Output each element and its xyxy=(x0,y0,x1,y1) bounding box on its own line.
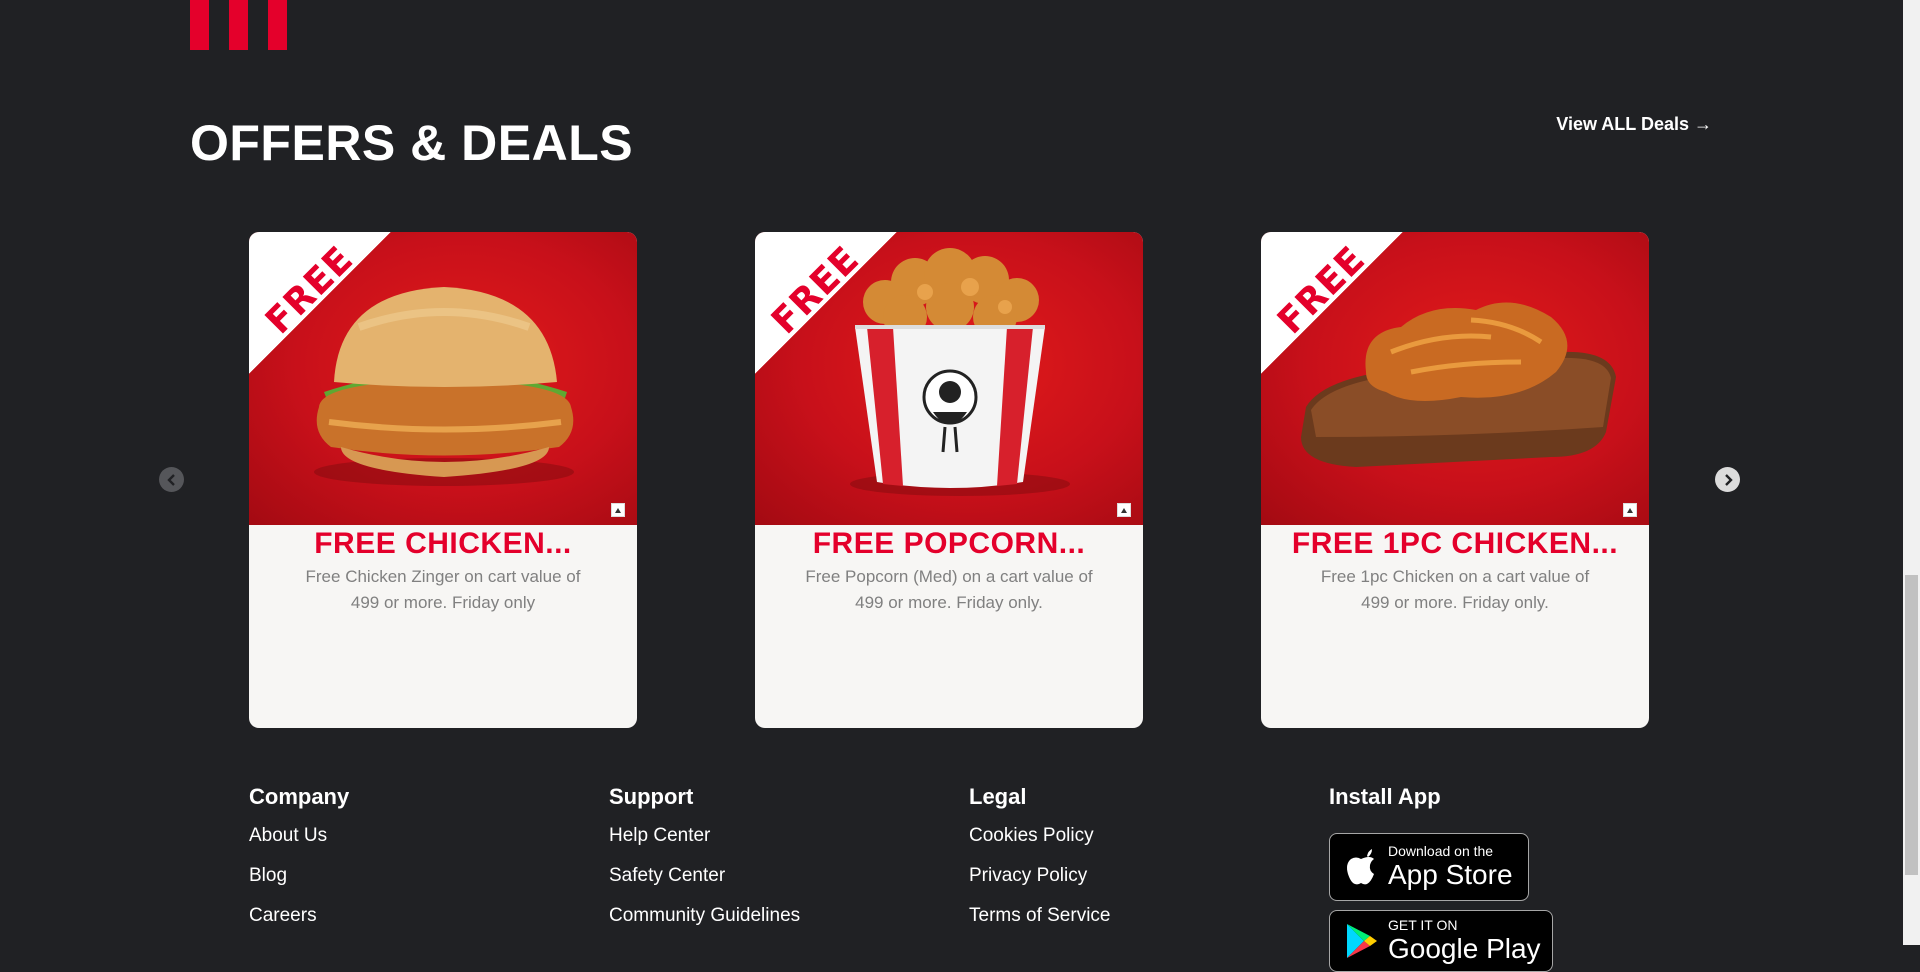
brand-stripe xyxy=(190,0,209,50)
footer-heading: Support xyxy=(609,784,694,809)
page-scrollbar[interactable] xyxy=(1903,0,1920,945)
chevron-right-icon xyxy=(1724,473,1733,486)
footer-link-blog[interactable]: Blog xyxy=(249,856,549,896)
footer-link-community-guidelines[interactable]: Community Guidelines xyxy=(609,896,909,936)
app-store-button[interactable]: Download on the App Store xyxy=(1329,833,1529,901)
view-all-deals-link[interactable]: View ALL Deals → xyxy=(1556,114,1712,135)
footer-heading: Company xyxy=(249,784,350,809)
brand-stripe xyxy=(268,0,287,50)
offers-section-title: OFFERS & DEALS xyxy=(190,115,634,171)
deal-card-image: FREE xyxy=(1261,232,1649,525)
google-play-button[interactable]: GET IT ON Google Play xyxy=(1329,910,1553,972)
footer-heading: Legal xyxy=(969,784,1027,809)
carousel-prev-button[interactable] xyxy=(159,467,184,492)
brand-stripes-logo xyxy=(190,0,287,50)
footer-link-about-us[interactable]: About Us xyxy=(249,816,549,856)
app-store-big-text: App Store xyxy=(1388,859,1513,890)
deal-card-image: FREE xyxy=(755,232,1143,525)
footer-link-safety-center[interactable]: Safety Center xyxy=(609,856,909,896)
footer-heading: Install App xyxy=(1329,784,1441,809)
info-icon xyxy=(1623,503,1637,517)
deal-card[interactable]: FREE FREE 1PC CHICKEN... Free 1pc Chicke… xyxy=(1261,232,1649,728)
footer-link-privacy-policy[interactable]: Privacy Policy xyxy=(969,856,1269,896)
deal-card-title: FREE 1PC CHICKEN... xyxy=(1291,527,1619,560)
brand-stripe xyxy=(229,0,248,50)
footer-column-company: Company About Us Blog Careers xyxy=(249,782,549,936)
footer-column-legal: Legal Cookies Policy Privacy Policy Term… xyxy=(969,782,1269,936)
carousel-next-button[interactable] xyxy=(1715,467,1740,492)
deal-card-description: Free 1pc Chicken on a cart value of 499 … xyxy=(1320,567,1590,612)
footer-link-help-center[interactable]: Help Center xyxy=(609,816,909,856)
deal-card[interactable]: FREE FREE CHICKEN... Free Chicken Zinger… xyxy=(249,232,637,728)
footer-column-support: Support Help Center Safety Center Commun… xyxy=(609,782,909,936)
info-icon xyxy=(611,503,625,517)
deal-card-title: FREE CHICKEN... xyxy=(314,527,572,560)
google-play-small-text: GET IT ON xyxy=(1388,917,1458,933)
info-icon xyxy=(1117,503,1131,517)
chevron-left-icon xyxy=(166,473,175,486)
google-play-big-text: Google Play xyxy=(1388,933,1541,964)
footer-link-cookies-policy[interactable]: Cookies Policy xyxy=(969,816,1269,856)
footer-link-terms-of-service[interactable]: Terms of Service xyxy=(969,896,1269,936)
deal-card-description: Free Popcorn (Med) on a cart value of 49… xyxy=(805,567,1093,612)
google-play-icon xyxy=(1347,924,1377,958)
footer-column-install-app: Install App xyxy=(1329,782,1629,812)
deal-card-title: FREE POPCORN... xyxy=(812,527,1086,560)
footer-link-careers[interactable]: Careers xyxy=(249,896,549,936)
app-store-small-text: Download on the xyxy=(1388,843,1494,859)
apple-icon xyxy=(1347,849,1374,885)
scrollbar-thumb[interactable] xyxy=(1905,575,1918,875)
deal-card-description: Free Chicken Zinger on cart value of 499… xyxy=(305,567,581,612)
deal-card-image: FREE xyxy=(249,232,637,525)
deal-card[interactable]: FREE FREE POPCORN... Free Popcorn (Med) … xyxy=(755,232,1143,728)
